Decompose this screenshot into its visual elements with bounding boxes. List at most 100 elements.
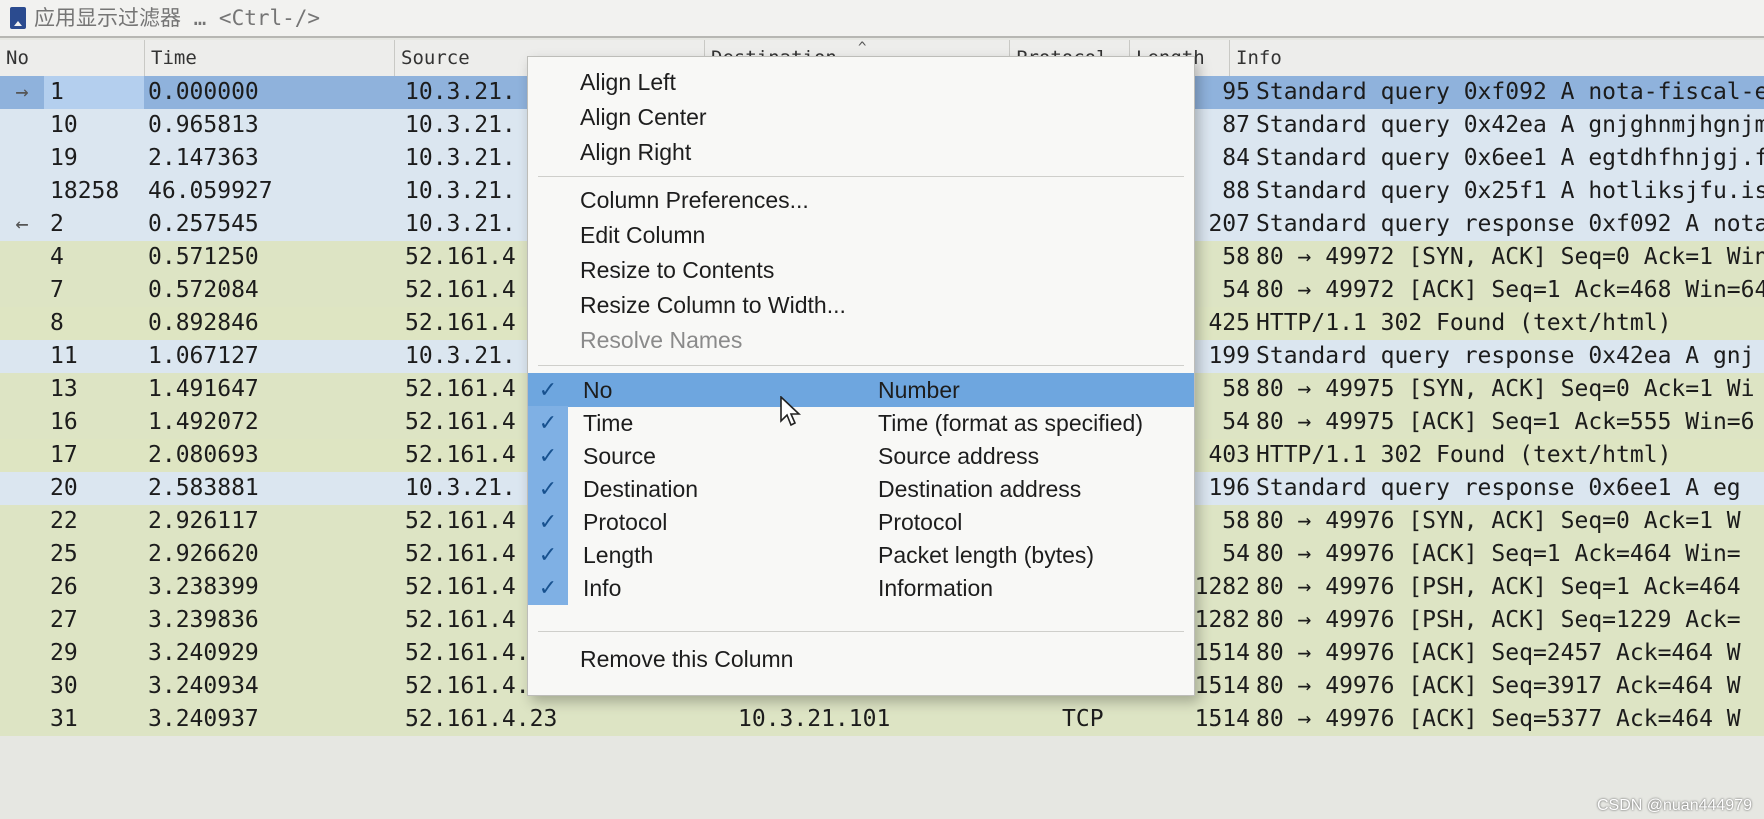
display-filter-input[interactable] xyxy=(34,3,1764,33)
cell-info: HTTP/1.1 302 Found (text/html) xyxy=(1256,442,1672,468)
checkmark-icon: ✓ xyxy=(528,472,568,506)
cell-time: 0.965813 xyxy=(148,112,259,138)
cell-time: 46.059927 xyxy=(148,178,273,204)
cell-time: 3.240937 xyxy=(148,706,259,732)
cell-no: 19 xyxy=(50,145,78,171)
cell-time: 0.892846 xyxy=(148,310,259,336)
cell-protocol: TCP xyxy=(1062,706,1104,732)
cell-info: 80 → 49976 [ACK] Seq=1 Ack=464 Win= xyxy=(1256,541,1741,567)
menu-item-column-source[interactable]: ✓ Source Source address xyxy=(528,439,1194,473)
cell-time: 3.239836 xyxy=(148,607,259,633)
column-description: Number xyxy=(878,377,960,403)
menu-item-label: Column Preferences... xyxy=(580,187,809,213)
cell-no: 30 xyxy=(50,673,78,699)
cell-time: 0.572084 xyxy=(148,277,259,303)
menu-item-align-center[interactable]: Align Center xyxy=(528,100,1194,134)
cell-info: Standard query 0x6ee1 A egtdhfhnjgj.f xyxy=(1256,145,1764,171)
menu-item-remove-column[interactable]: Remove this Column xyxy=(528,642,1194,676)
cell-no: 22 xyxy=(50,508,78,534)
column-header-info[interactable]: Info xyxy=(1230,40,1764,76)
cell-no: 4 xyxy=(50,244,64,270)
cell-time: 2.926117 xyxy=(148,508,259,534)
menu-item-column-preferences[interactable]: Column Preferences... xyxy=(528,183,1194,217)
menu-item-column-info[interactable]: ✓ Info Information xyxy=(528,571,1194,605)
cell-time: 3.240929 xyxy=(148,640,259,666)
cell-no: 13 xyxy=(50,376,78,402)
related-packet-icon xyxy=(0,505,44,538)
menu-item-resolve-names: Resolve Names xyxy=(528,323,1194,357)
menu-item-column-no[interactable]: ✓ No Number xyxy=(528,373,1194,407)
cell-info: Standard query response 0x6ee1 A eg xyxy=(1256,475,1741,501)
cell-info: 80 → 49975 [ACK] Seq=1 Ack=555 Win=6 xyxy=(1256,409,1755,435)
menu-separator xyxy=(538,176,1184,177)
checkmark-icon: ✓ xyxy=(528,538,568,572)
column-description: Time (format as specified) xyxy=(878,410,1143,436)
related-packet-icon xyxy=(0,472,44,505)
cell-info: Standard query response 0x42ea A gnj xyxy=(1256,343,1755,369)
cell-time: 2.926620 xyxy=(148,541,259,567)
column-description: Information xyxy=(878,575,994,601)
cell-time: 3.238399 xyxy=(148,574,259,600)
related-packet-icon xyxy=(0,175,44,208)
menu-item-edit-column[interactable]: Edit Column xyxy=(528,218,1194,252)
checkmark-icon: ✓ xyxy=(528,439,568,473)
menu-item-label: Resize Column to Width... xyxy=(580,292,846,318)
column-header-no[interactable]: No xyxy=(0,40,145,76)
related-packet-icon xyxy=(0,307,44,340)
cell-info: Standard query 0x25f1 A hotliksjfu.is xyxy=(1256,178,1764,204)
menu-item-column-destination[interactable]: ✓ Destination Destination address xyxy=(528,472,1194,506)
menu-separator xyxy=(538,365,1184,366)
cell-time: 3.240934 xyxy=(148,673,259,699)
column-description: Protocol xyxy=(878,509,963,535)
cell-no: 26 xyxy=(50,574,78,600)
related-packet-icon xyxy=(0,439,44,472)
related-packet-icon xyxy=(0,274,44,307)
menu-item-align-left[interactable]: Align Left xyxy=(528,65,1194,99)
cell-info: 80 → 49976 [PSH, ACK] Seq=1 Ack=464 xyxy=(1256,574,1741,600)
watermark: CSDN @nuan444979 xyxy=(1596,797,1752,814)
checkmark-icon: ✓ xyxy=(528,505,568,539)
cell-info: 80 → 49972 [SYN, ACK] Seq=0 Ack=1 Win xyxy=(1256,244,1764,270)
cell-info: Standard query 0xf092 A nota-fiscal-e xyxy=(1256,79,1764,105)
related-packet-icon xyxy=(0,637,44,670)
menu-item-column-time[interactable]: ✓ Time Time (format as specified) xyxy=(528,406,1194,440)
column-header-time[interactable]: Time xyxy=(145,40,395,76)
cell-no: 20 xyxy=(50,475,78,501)
column-label: Info xyxy=(583,575,622,601)
cell-time: 1.492072 xyxy=(148,409,259,435)
cell-time: 0.571250 xyxy=(148,244,259,270)
cell-no: 8 xyxy=(50,310,64,336)
checkmark-icon: ✓ xyxy=(528,406,568,440)
cell-no: 17 xyxy=(50,442,78,468)
column-description: Source address xyxy=(878,443,1040,469)
checkmark-icon: ✓ xyxy=(528,571,568,605)
menu-item-label: Align Right xyxy=(580,139,692,165)
column-label: Source xyxy=(583,443,656,469)
menu-item-column-length[interactable]: ✓ Length Packet length (bytes) xyxy=(528,538,1194,572)
column-label: Destination xyxy=(583,476,699,502)
menu-item-resize-to-contents[interactable]: Resize to Contents xyxy=(528,253,1194,287)
cell-time: 0.000000 xyxy=(148,79,259,105)
column-label: Length xyxy=(583,542,654,568)
cell-time: 1.491647 xyxy=(148,376,259,402)
related-packet-icon xyxy=(0,538,44,571)
bookmark-icon[interactable] xyxy=(10,7,26,29)
menu-item-label: Remove this Column xyxy=(580,646,794,672)
cell-no: 1 xyxy=(44,76,144,109)
menu-item-align-right[interactable]: Align Right xyxy=(528,135,1194,169)
cell-time: 0.257545 xyxy=(148,211,259,237)
related-packet-icon xyxy=(0,604,44,637)
packet-row[interactable]: 31 3.240937 52.161.4.23 10.3.21.101 TCP 1514 8… xyxy=(0,703,1764,736)
column-label: Time xyxy=(583,410,634,436)
cell-info: 80 → 49976 [ACK] Seq=3917 Ack=464 W xyxy=(1256,673,1741,699)
cell-no: 27 xyxy=(50,607,78,633)
cell-info: 80 → 49976 [ACK] Seq=2457 Ack=464 W xyxy=(1256,640,1741,666)
cell-destination: 10.3.21.101 xyxy=(738,706,891,732)
checkmark-icon: ✓ xyxy=(528,373,568,407)
cell-info: 80 → 49972 [ACK] Seq=1 Ack=468 Win=64 xyxy=(1256,277,1764,303)
menu-item-resize-column-to-width[interactable]: Resize Column to Width... xyxy=(528,288,1194,322)
cell-time: 2.147363 xyxy=(148,145,259,171)
cell-no: 16 xyxy=(50,409,78,435)
menu-item-column-protocol[interactable]: ✓ Protocol Protocol xyxy=(528,505,1194,539)
related-packet-icon xyxy=(0,703,44,736)
